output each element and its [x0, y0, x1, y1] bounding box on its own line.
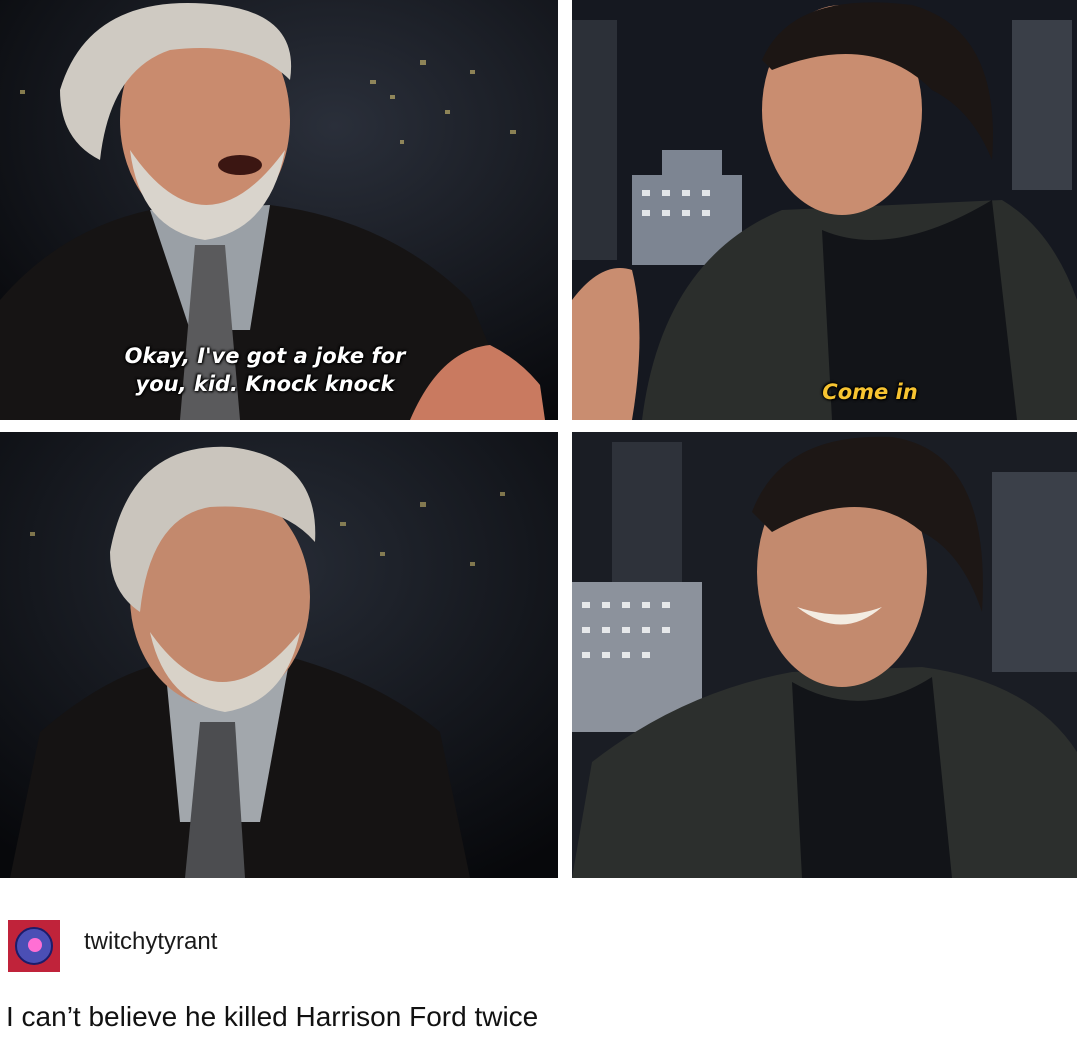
panel-1-subtitle: Okay, I've got a joke for you, kid. Knoc… — [124, 344, 406, 396]
post-footer — [0, 880, 1077, 1062]
comic-panel-1: Okay, I've got a joke for you, kid. Knoc… — [0, 0, 558, 420]
panel-4-image — [572, 432, 1077, 878]
comic-panel-3 — [0, 432, 558, 878]
post-text: I can’t believe he killed Harrison Ford … — [6, 1001, 539, 1032]
post-username[interactable]: twitchytyrant — [84, 928, 217, 956]
avatar-dot-icon — [28, 938, 42, 952]
user-avatar[interactable] — [8, 920, 60, 972]
panel-2-subtitle: Come in — [822, 380, 918, 404]
panel-2-image — [572, 0, 1077, 420]
comic-panel-4 — [572, 432, 1077, 878]
comic-panel-2: Come in — [572, 0, 1077, 420]
panel-3-image — [0, 432, 558, 878]
